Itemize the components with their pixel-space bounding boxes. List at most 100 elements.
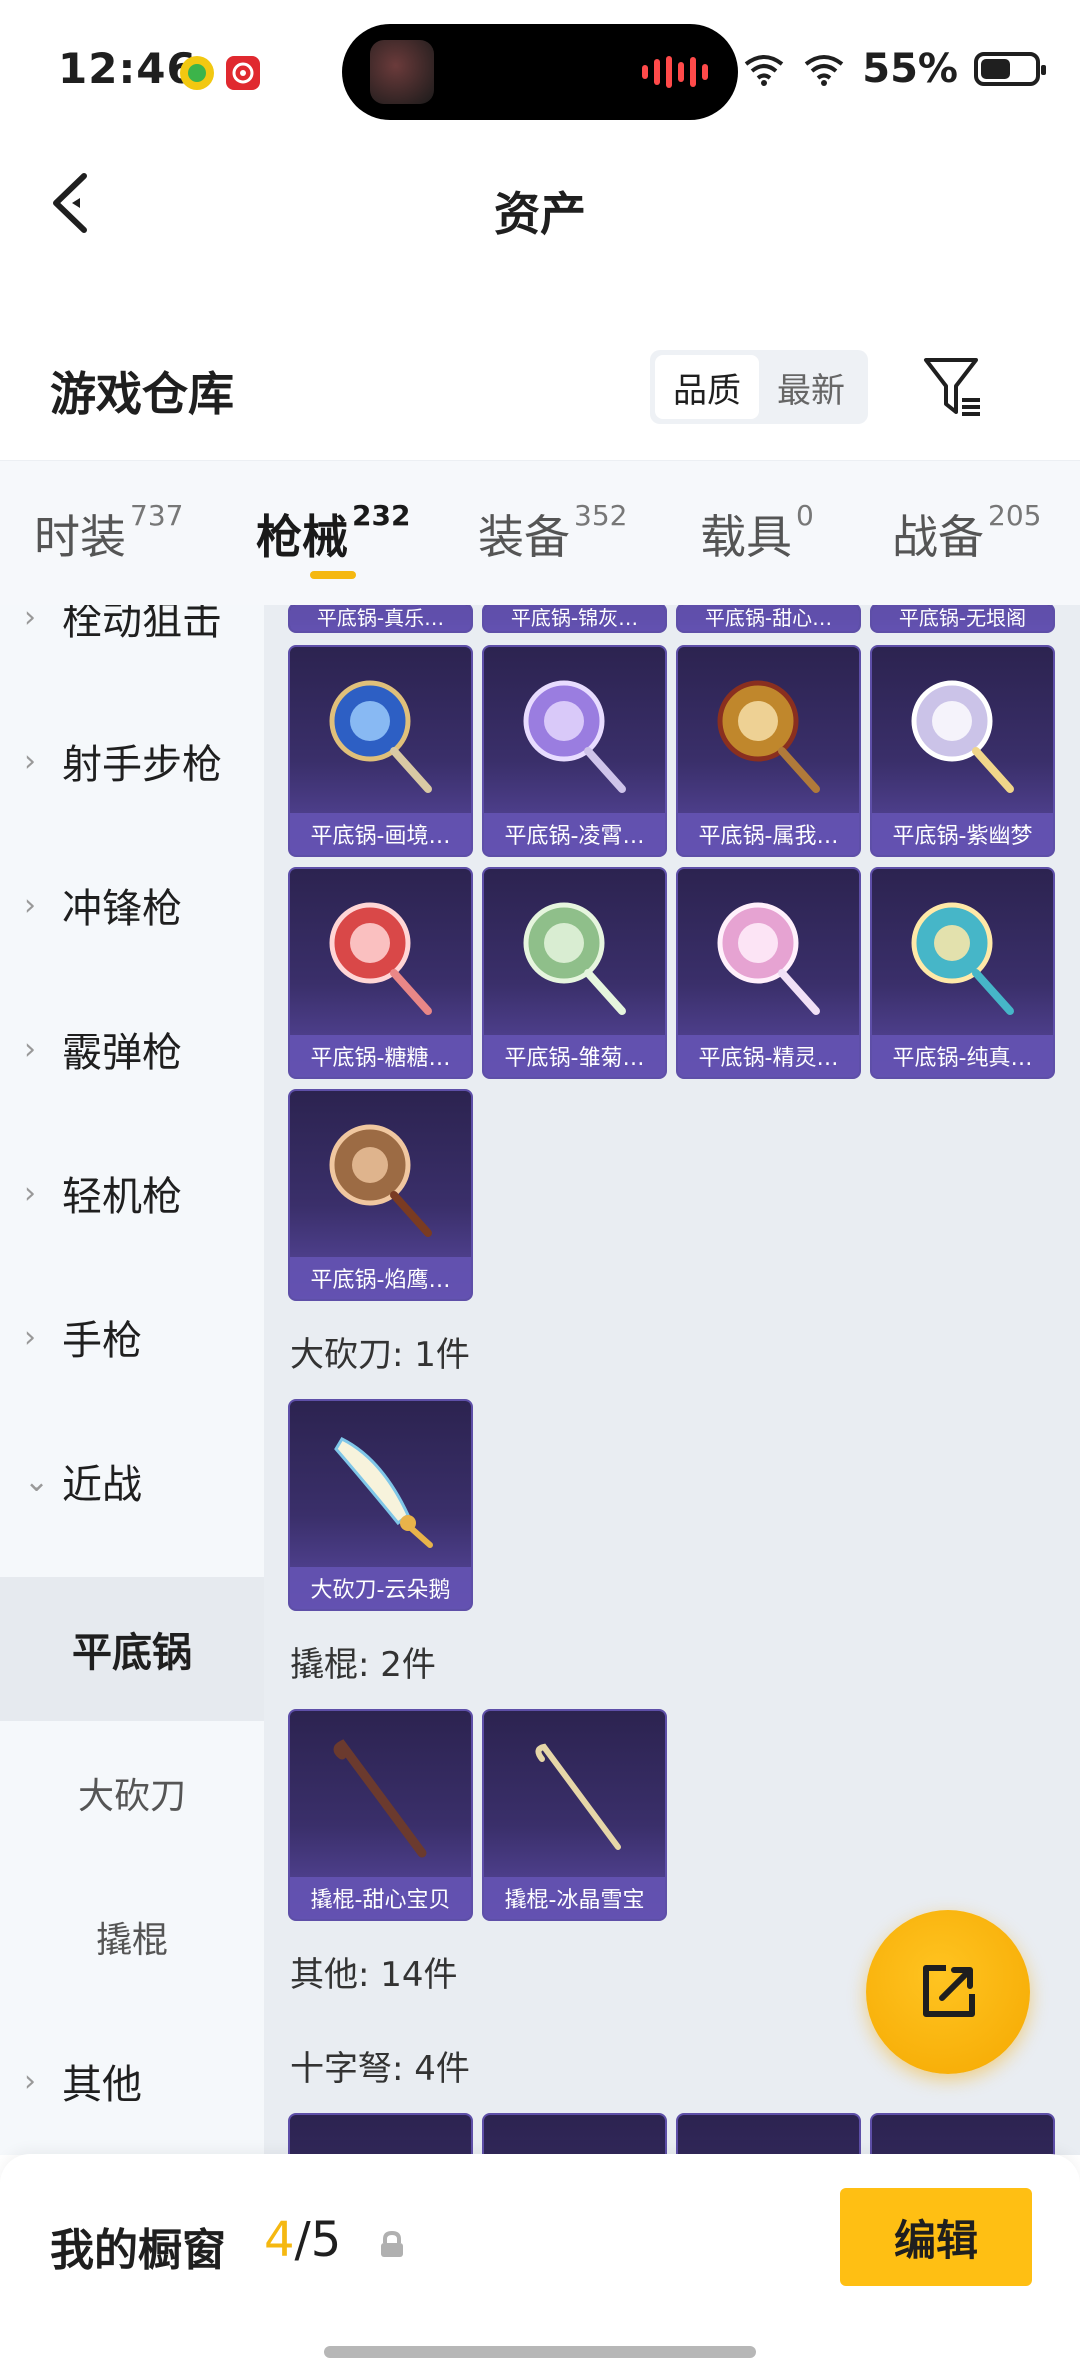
sidebar-item-label: 手枪 xyxy=(62,1318,142,1364)
status-bar: 12:46 55% xyxy=(0,0,1080,140)
item-card[interactable] xyxy=(288,2113,473,2155)
sort-quality-option[interactable]: 品质 xyxy=(655,355,759,419)
chevron-right-icon: › xyxy=(24,887,36,923)
tab-label: 枪械 xyxy=(256,510,348,564)
sidebar-item-label: 其他 xyxy=(62,2062,142,2108)
machete-icon xyxy=(334,1437,433,1548)
group-title-crowbar: 撬棍: 2件 xyxy=(290,1645,436,1685)
frying-pan-icon xyxy=(329,902,432,1015)
tab-count: 352 xyxy=(574,499,628,532)
showcase-count-separator: / xyxy=(294,2212,311,2268)
tab-firearms[interactable]: 枪械 232 xyxy=(256,499,411,567)
item-label: 平底锅-锦灰… xyxy=(484,605,665,631)
item-card[interactable]: 平底锅-精灵… xyxy=(676,867,861,1079)
tab-label: 载具 xyxy=(700,510,792,564)
sidebar-item-lmg[interactable]: › 轻机枪 xyxy=(0,1121,264,1265)
item-card[interactable]: 平底锅-纯真… xyxy=(870,867,1055,1079)
item-card[interactable] xyxy=(870,2113,1055,2155)
share-external-icon xyxy=(923,1965,975,2017)
tab-count: 737 xyxy=(130,499,184,532)
frying-pan-icon xyxy=(911,902,1014,1015)
netease-music-icon xyxy=(226,56,260,90)
sidebar-item-label: 近战 xyxy=(62,1462,142,1508)
item-card[interactable]: 平底锅-雏菊… xyxy=(482,867,667,1079)
tab-vehicles[interactable]: 载具 0 xyxy=(700,499,814,567)
sidebar-item-marksman-rifle[interactable]: › 射手步枪 xyxy=(0,689,264,833)
tab-label: 装备 xyxy=(478,510,570,564)
sidebar-sub-frying-pan[interactable]: 平底锅 xyxy=(0,1577,264,1721)
app-notification-icon xyxy=(180,56,214,90)
filter-button[interactable] xyxy=(918,352,988,422)
item-label: 撬棍-甜心宝贝 xyxy=(290,1877,471,1919)
item-card[interactable]: 平底锅-画境… xyxy=(288,645,473,857)
item-card[interactable] xyxy=(482,2113,667,2155)
status-right: 55% xyxy=(742,46,1046,92)
item-label: 平底锅-纯真… xyxy=(872,1035,1053,1077)
tab-fashion[interactable]: 时装 737 xyxy=(34,499,184,567)
item-card[interactable]: 平底锅-糖糖… xyxy=(288,867,473,1079)
item-card[interactable]: 大砍刀-云朵鹅 xyxy=(288,1399,473,1611)
item-label: 平底锅-画境… xyxy=(290,813,471,855)
sidebar-item-smg[interactable]: › 冲锋枪 xyxy=(0,833,264,977)
dynamic-island[interactable] xyxy=(342,24,738,120)
item-card[interactable]: 平底锅-属我… xyxy=(676,645,861,857)
sidebar-item-label: 轻机枪 xyxy=(62,1174,182,1220)
chevron-right-icon: › xyxy=(24,1175,36,1211)
wifi-icon xyxy=(745,55,784,86)
sidebar-sub-machete[interactable]: 大砍刀 xyxy=(0,1721,264,1865)
item-label: 平底锅-凌霄… xyxy=(484,813,665,855)
tab-label: 时装 xyxy=(34,510,126,564)
item-card[interactable]: 平底锅-锦灰… xyxy=(482,605,667,633)
tab-count: 205 xyxy=(988,499,1042,532)
warehouse-title: 游戏仓库 xyxy=(50,367,234,421)
item-card[interactable]: 平底锅-真乐… xyxy=(288,605,473,633)
home-indicator[interactable] xyxy=(324,2346,756,2358)
item-card[interactable]: 平底锅-焰鹰… xyxy=(288,1089,473,1301)
group-title-other: 其他: 14件 xyxy=(290,1955,458,1995)
edit-button[interactable]: 编辑 xyxy=(840,2188,1032,2286)
item-card[interactable]: 撬棍-冰晶雪宝 xyxy=(482,1709,667,1921)
item-card[interactable]: 平底锅-甜心… xyxy=(676,605,861,633)
lock-icon xyxy=(381,2230,403,2257)
category-tabs: 时装 737 枪械 232 装备 352 载具 0 战备 205 xyxy=(0,460,1080,605)
tab-count: 232 xyxy=(352,499,411,532)
item-label: 平底锅-焰鹰… xyxy=(290,1257,471,1299)
share-button[interactable] xyxy=(866,1910,1030,2074)
sidebar-sub-crowbar[interactable]: 撬棍 xyxy=(0,1865,264,2009)
frying-pan-icon xyxy=(329,680,432,793)
sidebar-item-label: 射手步枪 xyxy=(62,742,222,788)
chevron-right-icon: › xyxy=(24,1031,36,1067)
item-label: 撬棍-冰晶雪宝 xyxy=(484,1877,665,1919)
tab-label: 战备 xyxy=(892,510,984,564)
signal-icon xyxy=(805,55,844,86)
tab-supplies[interactable]: 战备 205 xyxy=(892,499,1042,567)
sort-newest-option[interactable]: 最新 xyxy=(759,355,863,419)
item-label: 平底锅-精灵… xyxy=(678,1035,859,1077)
item-card[interactable] xyxy=(676,2113,861,2155)
sidebar-item-pistol[interactable]: › 手枪 xyxy=(0,1265,264,1409)
item-card[interactable]: 平底锅-紫幽梦 xyxy=(870,645,1055,857)
showcase-count-current: 4 xyxy=(264,2212,295,2268)
group-title-machete: 大砍刀: 1件 xyxy=(290,1335,470,1375)
audio-wave-icon xyxy=(642,56,708,88)
frying-pan-icon xyxy=(911,680,1014,793)
filter-icon xyxy=(924,358,980,416)
item-label: 平底锅-真乐… xyxy=(290,605,471,631)
item-label: 平底锅-紫幽梦 xyxy=(872,813,1053,855)
chevron-right-icon: › xyxy=(24,743,36,779)
item-label: 平底锅-糖糖… xyxy=(290,1035,471,1077)
battery-fill xyxy=(981,59,1010,79)
sidebar-item-melee[interactable]: ⌄ 近战 xyxy=(0,1409,264,1553)
item-card[interactable]: 平底锅-凌霄… xyxy=(482,645,667,857)
item-label: 平底锅-雏菊… xyxy=(484,1035,665,1077)
crowbar-icon xyxy=(333,1739,427,1858)
sidebar-item-other[interactable]: › 其他 xyxy=(0,2009,264,2153)
tab-equipment[interactable]: 装备 352 xyxy=(478,499,628,567)
item-card[interactable]: 平底锅-无垠阁 xyxy=(870,605,1055,633)
item-card[interactable]: 撬棍-甜心宝贝 xyxy=(288,1709,473,1921)
chevron-down-icon: ⌄ xyxy=(24,1463,50,1499)
active-tab-indicator xyxy=(310,571,356,579)
sidebar-item-shotgun[interactable]: › 霰弹枪 xyxy=(0,977,264,1121)
sort-toggle: 品质 最新 xyxy=(650,350,868,424)
sidebar-item-bolt-action-sniper[interactable]: › 栓动狙击 xyxy=(0,605,264,689)
